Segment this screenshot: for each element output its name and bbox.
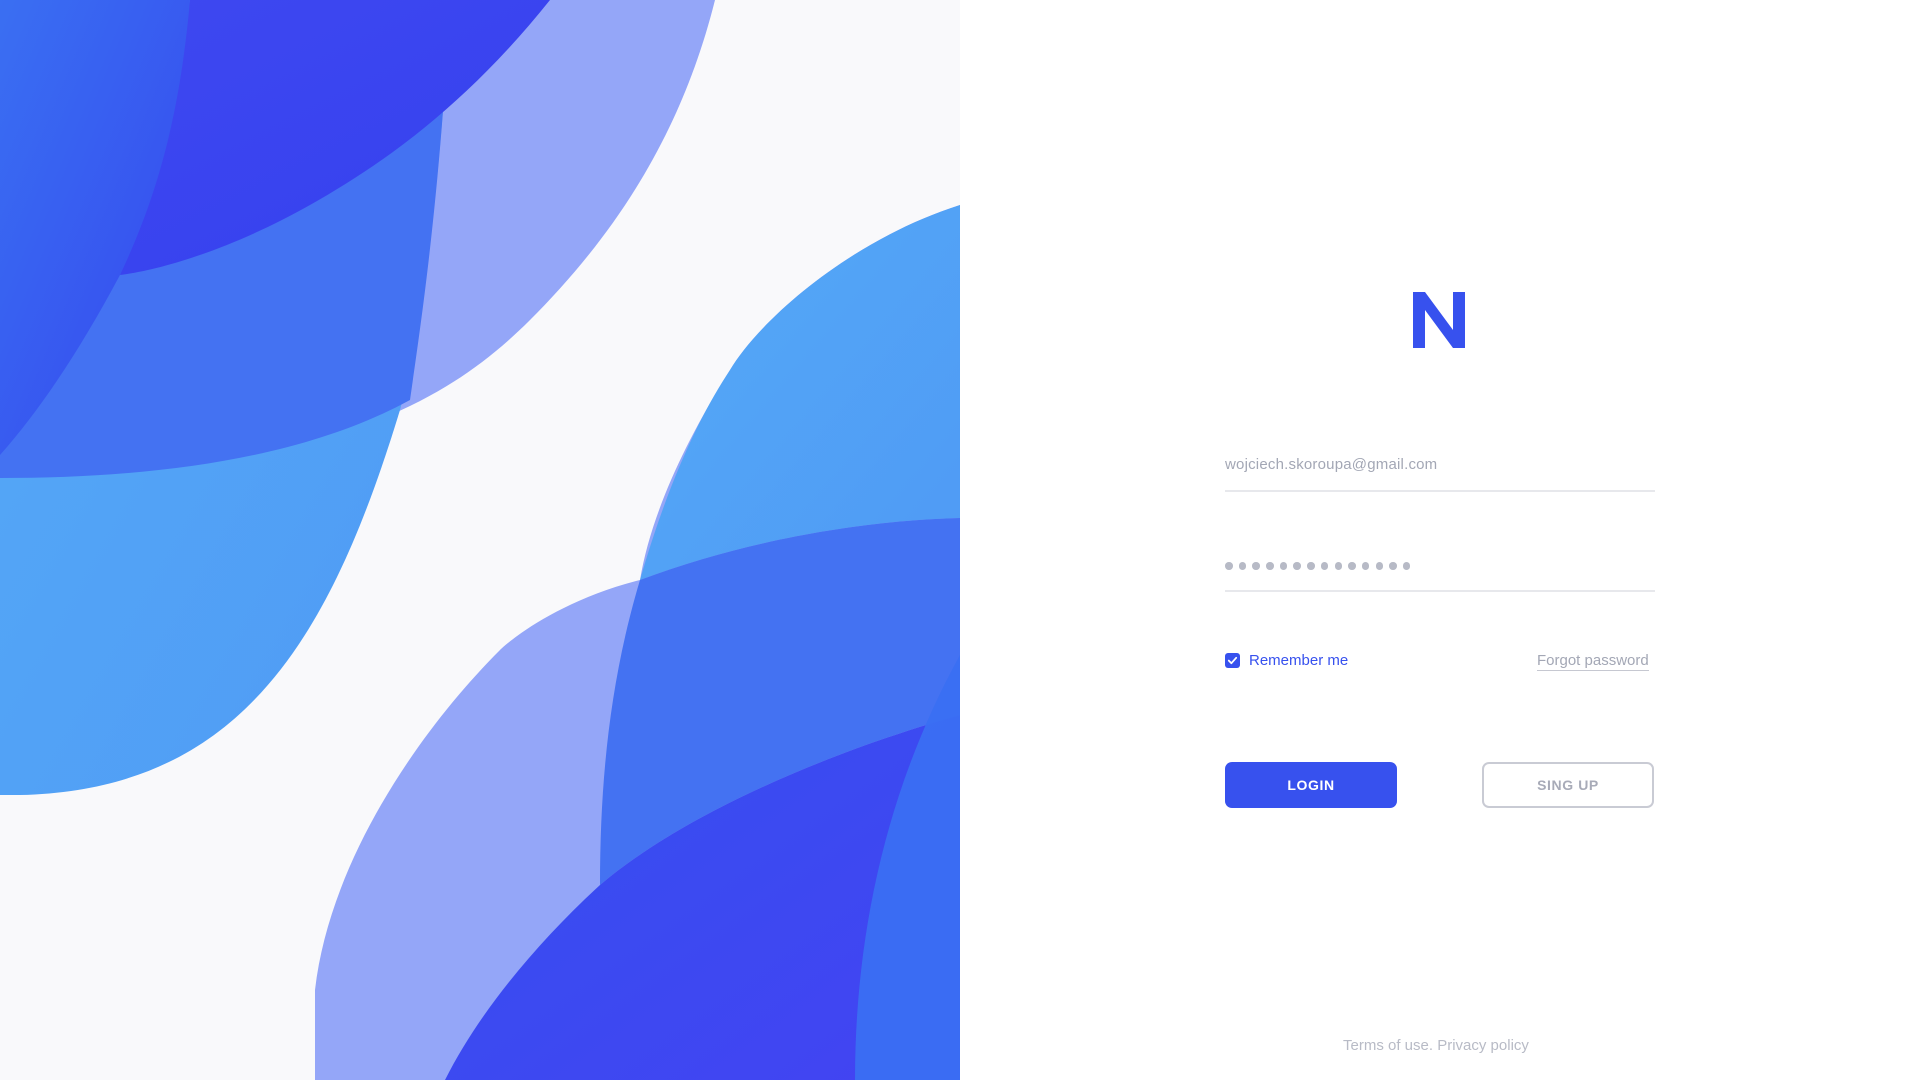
login-button[interactable]: LOGIN	[1225, 762, 1397, 808]
terms-of-use-link[interactable]: Terms of use.	[1343, 1037, 1433, 1054]
login-panel	[960, 0, 1920, 1080]
password-mask-dot	[1334, 562, 1342, 570]
password-mask-dot	[1375, 562, 1384, 570]
checkmark-icon	[1227, 656, 1238, 665]
password-mask	[1225, 562, 1411, 570]
abstract-waves-illustration	[0, 0, 960, 1080]
n-logo-icon	[1411, 288, 1467, 352]
email-field[interactable]: wojciech.skoroupa@gmail.com	[1225, 452, 1655, 492]
password-mask-dot	[1238, 562, 1247, 570]
decorative-artwork-panel	[0, 0, 960, 1080]
remember-me-toggle[interactable]: Remember me	[1225, 652, 1348, 669]
signup-button[interactable]: SING UP	[1482, 762, 1654, 808]
password-mask-dot	[1361, 562, 1370, 570]
footer-links: Terms of use. Privacy policy	[1343, 1037, 1529, 1054]
forgot-password-link[interactable]: Forgot password	[1537, 652, 1649, 671]
password-mask-dot	[1252, 562, 1260, 570]
email-value: wojciech.skoroupa@gmail.com	[1225, 456, 1438, 473]
remember-me-checkbox[interactable]	[1225, 653, 1240, 668]
password-mask-dot	[1348, 562, 1356, 570]
password-mask-dot	[1402, 562, 1411, 570]
privacy-policy-link[interactable]: Privacy policy	[1437, 1037, 1529, 1054]
password-mask-dot	[1293, 562, 1301, 570]
password-mask-dot	[1307, 562, 1315, 570]
remember-me-label: Remember me	[1249, 652, 1349, 669]
password-mask-dot	[1266, 562, 1274, 570]
password-field[interactable]	[1225, 552, 1655, 592]
password-mask-dot	[1225, 562, 1233, 570]
password-mask-dot	[1279, 562, 1288, 570]
password-mask-dot	[1389, 562, 1397, 570]
password-mask-dot	[1320, 562, 1329, 570]
